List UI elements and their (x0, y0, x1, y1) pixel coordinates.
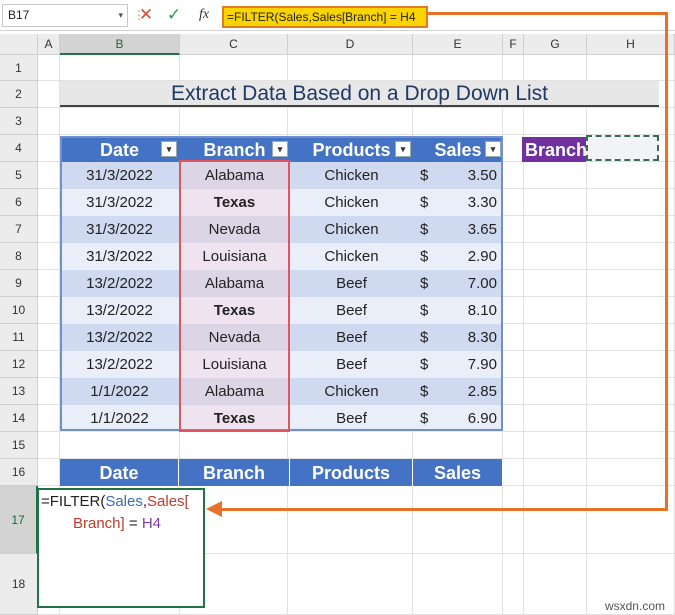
row-header-16[interactable]: 16 (0, 459, 38, 486)
row-header-13[interactable]: 13 (0, 378, 38, 405)
formula-ref-sales: Sales (105, 493, 143, 510)
gridline-h (38, 107, 675, 108)
row-header-4[interactable]: 4 (0, 135, 38, 162)
callout-arrow-top (428, 12, 668, 15)
formula-eq: = (124, 515, 142, 532)
output-header-sales: Sales (413, 459, 503, 486)
row-header-17[interactable]: 17 (0, 486, 38, 554)
column-header-g[interactable]: G (524, 34, 587, 55)
formula-ref-h4: H4 (141, 515, 161, 532)
row-header-6[interactable]: 6 (0, 189, 38, 216)
output-header-products: Products (290, 459, 413, 486)
output-header-branch: Branch (179, 459, 290, 486)
row-header-5[interactable]: 5 (0, 162, 38, 189)
name-box-value: B17 (8, 8, 30, 22)
row-header-2[interactable]: 2 (0, 81, 38, 108)
gridline-h (38, 134, 675, 135)
branch-label: Branch (522, 137, 587, 162)
formula-edit-cell[interactable]: =FILTER(Sales,Sales[Branch] = H4 (37, 488, 205, 608)
branch-dropdown-cell[interactable] (586, 135, 659, 161)
enter-icon[interactable]: ✓ (163, 4, 185, 26)
column-header-f[interactable]: F (503, 34, 524, 55)
watermark: wsxdn.com (604, 599, 665, 613)
formula-ref-sales-branch-a: Sales[ (147, 493, 189, 510)
column-header-d[interactable]: D (288, 34, 413, 55)
insert-function-icon[interactable]: fx (193, 4, 215, 26)
row-header-18[interactable]: 18 (0, 554, 38, 615)
column-header-a[interactable]: A (38, 34, 60, 55)
formula-text[interactable]: =FILTER(Sales,Sales[Branch] = H4 (222, 6, 428, 28)
name-box[interactable]: B17 ▾ (2, 4, 128, 27)
column-header-e[interactable]: E (413, 34, 503, 55)
row-header-15[interactable]: 15 (0, 432, 38, 459)
row-header-7[interactable]: 7 (0, 216, 38, 243)
chevron-down-icon[interactable]: ▾ (118, 5, 123, 26)
callout-arrow-vertical (665, 12, 668, 511)
row-header-14[interactable]: 14 (0, 405, 38, 432)
cancel-icon[interactable]: ✕ (135, 4, 157, 26)
row-header-8[interactable]: 8 (0, 243, 38, 270)
row-header-10[interactable]: 10 (0, 297, 38, 324)
branch-column-highlight (179, 160, 290, 432)
formula-ref-sales-branch-b: Branch] (73, 515, 125, 532)
select-all-corner[interactable] (0, 34, 38, 55)
arrow-left-icon (206, 501, 222, 517)
column-header-b[interactable]: B (60, 34, 180, 55)
output-header-date: Date (60, 459, 179, 486)
formula-fn: =FILTER( (41, 493, 106, 510)
row-header-12[interactable]: 12 (0, 351, 38, 378)
callout-arrow-bottom (222, 508, 668, 511)
row-header-9[interactable]: 9 (0, 270, 38, 297)
sheet-title: Extract Data Based on a Drop Down List (60, 81, 659, 107)
row-header-3[interactable]: 3 (0, 108, 38, 135)
column-header-h[interactable]: H (587, 34, 675, 55)
column-header-c[interactable]: C (180, 34, 288, 55)
row-header-11[interactable]: 11 (0, 324, 38, 351)
row-header-1[interactable]: 1 (0, 55, 38, 81)
